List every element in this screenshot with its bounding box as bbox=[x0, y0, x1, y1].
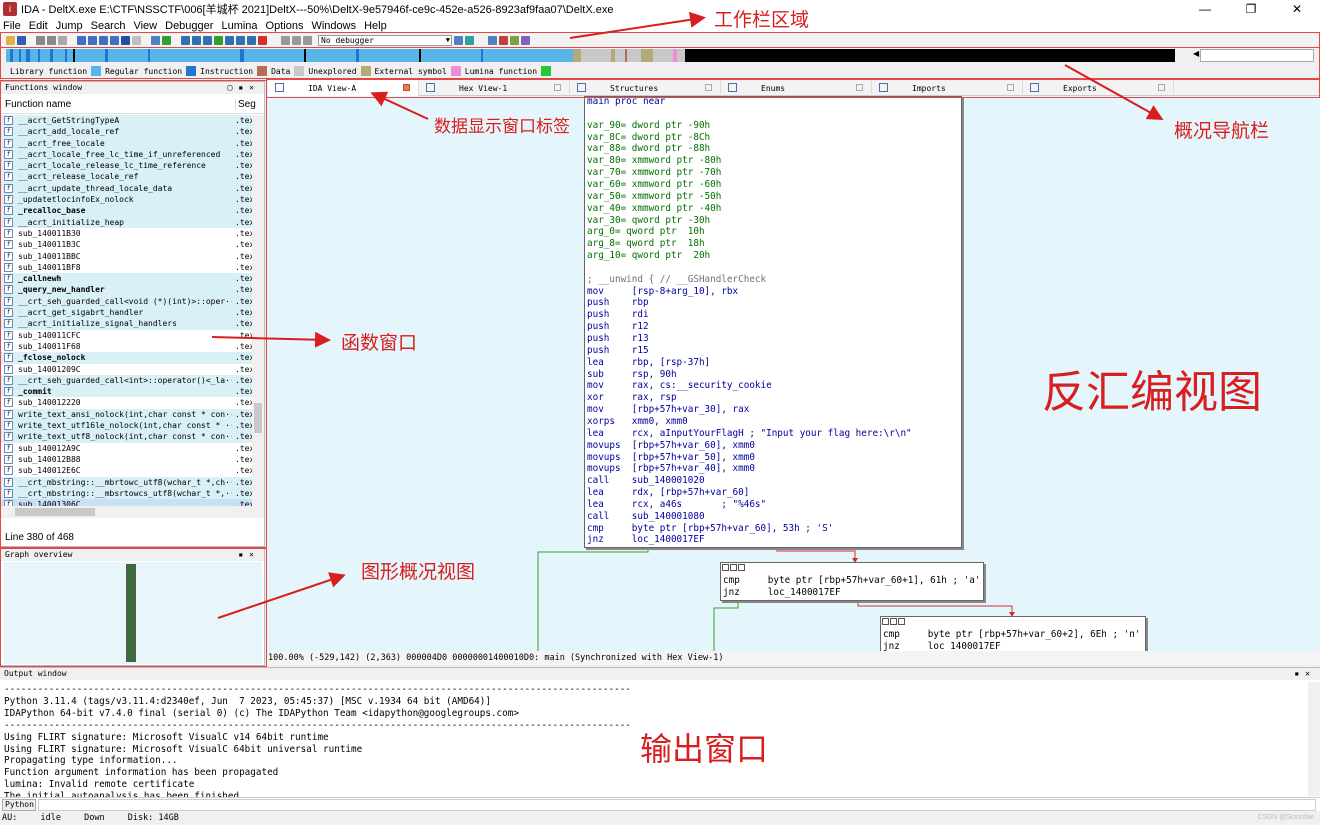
asm-line[interactable]: movups [rbp+57h+var_60], xmm0 bbox=[587, 440, 755, 452]
asm-line[interactable]: var_88= dword ptr -88h bbox=[587, 143, 710, 155]
window-title: IDA - DeltX.exe E:\CTF\NSSCTF\006[羊城杯 20… bbox=[21, 4, 614, 16]
search-direction[interactable]: Down bbox=[84, 813, 104, 823]
menu-lumina[interactable]: Lumina bbox=[221, 20, 257, 32]
close-button[interactable]: ✕ bbox=[1274, 0, 1320, 18]
pane-buttons[interactable]: ▪✕ bbox=[1294, 668, 1316, 680]
window-controls: — ❐ ✕ bbox=[1182, 0, 1320, 18]
asm-line[interactable]: var_60= xmmword ptr -60h bbox=[587, 179, 721, 191]
block3-line-2: jnz loc_1400017EF bbox=[883, 641, 1001, 651]
menu-bar: File Edit Jump Search View Debugger Lumi… bbox=[0, 18, 1320, 33]
asm-line[interactable]: mov rax, cs:__security_cookie bbox=[587, 380, 772, 392]
asm-line[interactable]: push r15 bbox=[587, 345, 649, 357]
asm-line[interactable]: lea rbp, [rsp-37h] bbox=[587, 357, 710, 369]
navigator-highlight-box bbox=[0, 47, 1320, 79]
annotation-disasm: 反汇编视图 bbox=[1042, 367, 1262, 418]
output-line: ----------------------------------------… bbox=[4, 684, 631, 695]
asm-line[interactable]: lea rcx, aInputYourFlagH ; "Input your f… bbox=[587, 428, 912, 440]
asm-line[interactable]: lea rcx, a46s ; "%46s" bbox=[587, 499, 766, 511]
asm-line[interactable]: var_80= xmmword ptr -80h bbox=[587, 155, 721, 167]
menu-help[interactable]: Help bbox=[364, 20, 387, 32]
main-function-block[interactable]: main proc near var_90= dword ptr -90h var_… bbox=[584, 96, 962, 548]
output-line: IDAPython 64-bit v7.4.0 final (serial 0)… bbox=[4, 707, 519, 719]
output-window-header: Output window ▪✕ bbox=[0, 668, 1320, 680]
menu-windows[interactable]: Windows bbox=[311, 20, 356, 32]
asm-line[interactable]: mov [rsp-8+arg_10], rbx bbox=[587, 286, 738, 298]
watermark: CSDN @Sciurdae bbox=[1257, 814, 1314, 821]
asm-line[interactable]: var_8C= dword ptr -8Ch bbox=[587, 132, 710, 144]
asm-line[interactable]: push r12 bbox=[587, 321, 649, 333]
asm-line[interactable]: movups [rbp+57h+var_50], xmm0 bbox=[587, 452, 755, 464]
au-label: AU: bbox=[2, 813, 18, 823]
annotation-graph-overview: 图形概况视图 bbox=[361, 561, 476, 583]
asm-line[interactable]: call sub_140001020 bbox=[587, 475, 705, 487]
asm-line[interactable]: push rbp bbox=[587, 297, 649, 309]
toolbar-highlight-box bbox=[0, 32, 1320, 48]
annotation-toolbar: 工作栏区域 bbox=[714, 9, 810, 31]
asm-line[interactable]: call sub_140001080 bbox=[587, 511, 705, 523]
asm-line[interactable]: ; __unwind { // __GSHandlerCheck bbox=[587, 274, 766, 286]
asm-line[interactable]: arg_8= qword ptr 18h bbox=[587, 238, 705, 250]
asm-line[interactable]: push r13 bbox=[587, 333, 649, 345]
output-line: Python 3.11.4 (tags/v3.11.4:d2340ef, Jun… bbox=[4, 695, 491, 707]
tabs-highlight-box bbox=[266, 79, 1320, 98]
menu-search[interactable]: Search bbox=[91, 20, 126, 32]
status-bar: AU: idle Down Disk: 14GB bbox=[0, 811, 1320, 825]
au-state: idle bbox=[40, 813, 61, 823]
menu-jump[interactable]: Jump bbox=[56, 20, 83, 32]
graph-overview-highlight-box bbox=[0, 548, 267, 667]
asm-line[interactable]: lea rdx, [rbp+57h+var_60] bbox=[587, 487, 749, 499]
output-scrollbar[interactable] bbox=[1308, 682, 1320, 796]
asm-line[interactable]: mov [rbp+57h+var_30], rax bbox=[587, 404, 749, 416]
annotation-overview-nav: 概况导航栏 bbox=[1174, 120, 1270, 142]
menu-edit[interactable]: Edit bbox=[29, 20, 48, 32]
title-bar: i IDA - DeltX.exe E:\CTF\NSSCTF\006[羊城杯 … bbox=[0, 0, 1320, 18]
asm-line[interactable]: arg_0= qword ptr 10h bbox=[587, 226, 705, 238]
output-window-title: Output window bbox=[4, 669, 67, 678]
basic-block-2[interactable]: cmp byte ptr [rbp+57h+var_60+1], 61h ; '… bbox=[720, 562, 984, 601]
menu-view[interactable]: View bbox=[133, 20, 157, 32]
asm-line[interactable]: var_30= qword ptr -30h bbox=[587, 215, 710, 227]
annotation-tab-labels: 数据显示窗口标签 bbox=[434, 117, 570, 137]
block3-line-1: cmp byte ptr [rbp+57h+var_60+2], 6Eh ; '… bbox=[883, 629, 1141, 640]
cli-input[interactable] bbox=[38, 799, 1316, 811]
block2-line-1: cmp byte ptr [rbp+57h+var_60+1], 61h ; '… bbox=[723, 575, 981, 586]
cli-language-button[interactable]: Python bbox=[2, 799, 36, 811]
asm-line[interactable]: sub rsp, 90h bbox=[587, 369, 677, 381]
python-cli-row: Python bbox=[0, 797, 1320, 811]
functions-highlight-box bbox=[0, 80, 267, 548]
menu-options[interactable]: Options bbox=[266, 20, 304, 32]
asm-line[interactable]: push rdi bbox=[587, 309, 649, 321]
annotation-output: 输出窗口 bbox=[640, 730, 769, 768]
output-line: lumina: Invalid remote certificate bbox=[4, 779, 195, 791]
asm-line[interactable]: movups [rbp+57h+var_40], xmm0 bbox=[587, 463, 755, 475]
restore-button[interactable]: ❐ bbox=[1228, 0, 1274, 18]
basic-block-3[interactable]: cmp byte ptr [rbp+57h+var_60+2], 6Eh ; '… bbox=[880, 616, 1146, 651]
annotation-functions: 函数窗口 bbox=[341, 332, 418, 354]
ida-main-window: i IDA - DeltX.exe E:\CTF\NSSCTF\006[羊城杯 … bbox=[0, 0, 1320, 825]
asm-line[interactable]: jnz loc_1400017EF bbox=[587, 534, 705, 546]
asm-line[interactable]: var_70= xmmword ptr -70h bbox=[587, 167, 721, 179]
menu-debugger[interactable]: Debugger bbox=[165, 20, 213, 32]
asm-line[interactable]: xorps xmm0, xmm0 bbox=[587, 416, 688, 428]
graph-status-line: 100.00% (-529,142) (2,363) 000004D0 0000… bbox=[268, 651, 1320, 665]
block2-line-2: jnz loc_1400017EF bbox=[723, 587, 841, 598]
asm-line[interactable]: cmp byte ptr [rbp+57h+var_60], 53h ; 'S' bbox=[587, 523, 833, 535]
asm-line[interactable]: arg_10= qword ptr 20h bbox=[587, 250, 710, 262]
ida-app-icon: i bbox=[3, 2, 17, 16]
minimize-button[interactable]: — bbox=[1182, 0, 1228, 18]
disk-space: Disk: 14GB bbox=[127, 813, 179, 823]
menu-file[interactable]: File bbox=[3, 20, 21, 32]
asm-line[interactable]: xor rax, rsp bbox=[587, 392, 677, 404]
asm-line[interactable]: var_40= xmmword ptr -40h bbox=[587, 203, 721, 215]
asm-line[interactable]: var_50= xmmword ptr -50h bbox=[587, 191, 721, 203]
asm-line[interactable]: var_90= dword ptr -90h bbox=[587, 120, 710, 132]
